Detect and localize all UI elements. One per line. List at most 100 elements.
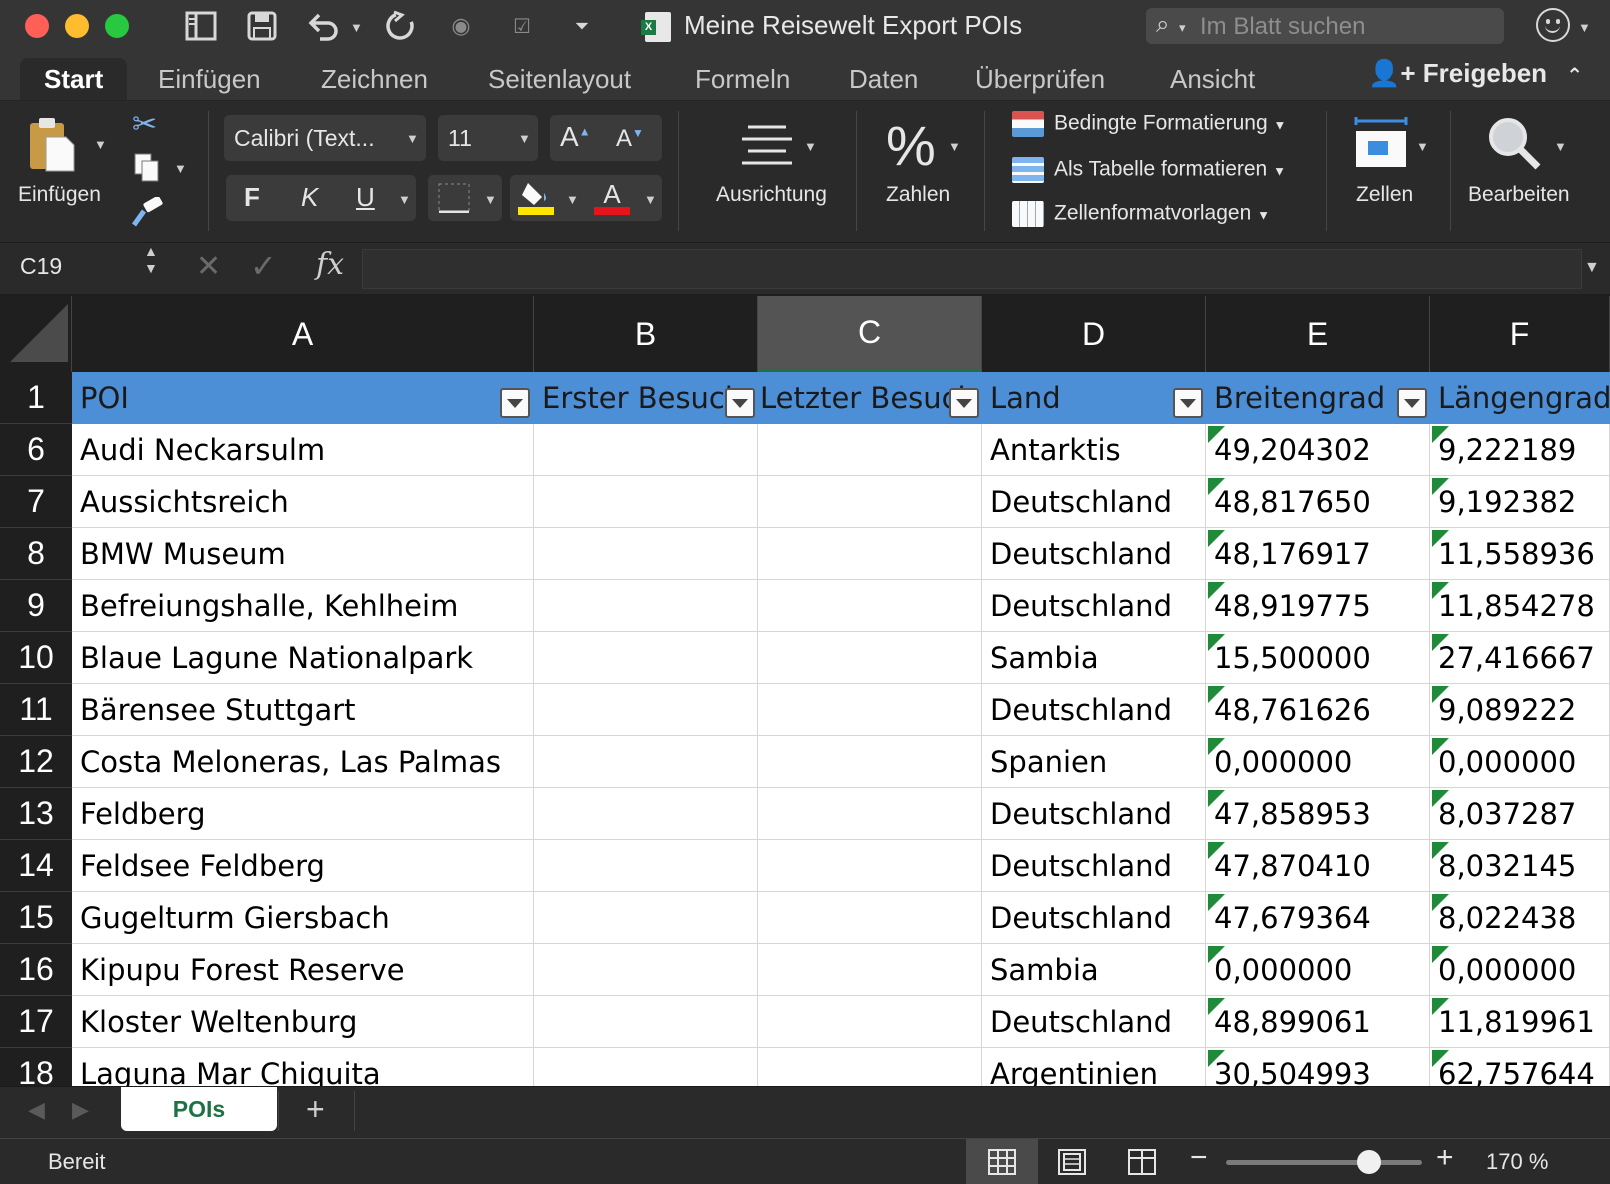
- tab-review[interactable]: Überprüfen: [975, 58, 1105, 100]
- cell-first-visit[interactable]: [534, 788, 758, 840]
- cell-first-visit[interactable]: [534, 424, 758, 476]
- cell-longitude[interactable]: 9,089222: [1430, 684, 1610, 736]
- cell-poi[interactable]: Feldberg: [72, 788, 534, 840]
- checkbox-icon[interactable]: ☑: [507, 8, 537, 44]
- tab-page-layout[interactable]: Seitenlayout: [488, 58, 631, 100]
- record-icon[interactable]: ◉: [446, 8, 476, 44]
- cell-longitude[interactable]: 11,558936: [1430, 528, 1610, 580]
- tab-formulas[interactable]: Formeln: [695, 58, 790, 100]
- zoom-window-button[interactable]: [105, 14, 129, 38]
- normal-view-button[interactable]: [966, 1139, 1038, 1184]
- cell-last-visit[interactable]: [758, 528, 982, 580]
- undo-icon[interactable]: [304, 8, 344, 44]
- underline-dropdown-icon[interactable]: ▼: [398, 192, 411, 207]
- cell-first-visit[interactable]: [534, 736, 758, 788]
- cell-country[interactable]: Deutschland: [982, 892, 1206, 944]
- cell-latitude[interactable]: 48,761626: [1206, 684, 1430, 736]
- row-header[interactable]: 12: [0, 736, 72, 788]
- share-button[interactable]: 👤+ Freigeben ⌃: [1368, 58, 1583, 89]
- cell-poi[interactable]: Gugelturm Giersbach: [72, 892, 534, 944]
- cell-poi[interactable]: Bärensee Stuttgart: [72, 684, 534, 736]
- filter-dropdown-icon[interactable]: [1173, 388, 1203, 418]
- row-header[interactable]: 17: [0, 996, 72, 1048]
- sheet-search-field[interactable]: ⌕ ▾ Im Blatt suchen: [1146, 8, 1504, 44]
- insert-function-icon[interactable]: fx: [316, 247, 344, 282]
- copy-icon[interactable]: [134, 153, 159, 182]
- redo-icon[interactable]: [382, 8, 418, 44]
- highlight-dropdown-icon[interactable]: ▼: [566, 192, 579, 207]
- decrease-font-size-icon[interactable]: A▼: [616, 125, 644, 153]
- cell-last-visit[interactable]: [758, 840, 982, 892]
- confirm-icon[interactable]: ✓: [250, 247, 277, 285]
- filter-dropdown-icon[interactable]: [949, 388, 979, 418]
- cell-country[interactable]: Sambia: [982, 944, 1206, 996]
- zoom-out-button[interactable]: −: [1190, 1141, 1208, 1175]
- tab-view[interactable]: Ansicht: [1170, 58, 1255, 100]
- cell-country[interactable]: Deutschland: [982, 684, 1206, 736]
- cell-latitude[interactable]: 30,504993: [1206, 1048, 1430, 1086]
- editing-dropdown-icon[interactable]: ▼: [1554, 139, 1567, 154]
- cells-label[interactable]: Zellen: [1356, 183, 1413, 207]
- alignment-label[interactable]: Ausrichtung: [716, 183, 827, 207]
- cell-first-visit[interactable]: [534, 840, 758, 892]
- collapse-ribbon-icon[interactable]: ⌃: [1566, 65, 1583, 87]
- row-header[interactable]: 7: [0, 476, 72, 528]
- percent-icon[interactable]: %: [886, 113, 936, 178]
- cell-country[interactable]: Deutschland: [982, 476, 1206, 528]
- underline-button[interactable]: U: [356, 182, 375, 213]
- copy-dropdown-icon[interactable]: ▼: [174, 161, 187, 176]
- previous-sheet-icon[interactable]: ◀: [28, 1097, 45, 1123]
- font-color-icon[interactable]: A: [594, 179, 630, 217]
- add-sheet-button[interactable]: +: [306, 1091, 325, 1128]
- cancel-icon[interactable]: ✕: [196, 249, 221, 284]
- row-header[interactable]: 11: [0, 684, 72, 736]
- tab-start[interactable]: Start: [20, 58, 128, 100]
- cell-first-visit[interactable]: [534, 944, 758, 996]
- filter-dropdown-icon[interactable]: [1397, 388, 1427, 418]
- font-size-combo[interactable]: 11 ▼: [438, 115, 538, 161]
- page-layout-view-button[interactable]: [1036, 1139, 1108, 1184]
- cell-country[interactable]: Deutschland: [982, 788, 1206, 840]
- cell-longitude[interactable]: 62,757644: [1430, 1048, 1610, 1086]
- cell-latitude[interactable]: 48,176917: [1206, 528, 1430, 580]
- format-as-table-button[interactable]: Als Tabelle formatieren ▼: [1012, 157, 1286, 183]
- cell-first-visit[interactable]: [534, 476, 758, 528]
- borders-dropdown-icon[interactable]: ▼: [484, 192, 497, 207]
- cell-first-visit[interactable]: [534, 996, 758, 1048]
- column-header-e[interactable]: E: [1206, 296, 1430, 372]
- save-icon[interactable]: [245, 8, 279, 44]
- number-dropdown-icon[interactable]: ▼: [948, 139, 961, 154]
- font-name-dropdown-icon[interactable]: ▼: [406, 131, 419, 146]
- formula-input[interactable]: [362, 249, 1582, 289]
- zoom-level[interactable]: 170 %: [1486, 1149, 1548, 1175]
- cell-styles-button[interactable]: Zellenformatvorlagen ▼: [1012, 201, 1270, 227]
- cell-last-visit[interactable]: [758, 944, 982, 996]
- cell-poi[interactable]: Kloster Weltenburg: [72, 996, 534, 1048]
- cell-longitude[interactable]: 27,416667: [1430, 632, 1610, 684]
- row-header[interactable]: 8: [0, 528, 72, 580]
- cell-latitude[interactable]: 47,870410: [1206, 840, 1430, 892]
- row-header[interactable]: 1: [0, 372, 72, 424]
- font-color-dropdown-icon[interactable]: ▼: [644, 192, 657, 207]
- cell-longitude[interactable]: 11,854278: [1430, 580, 1610, 632]
- cell-latitude[interactable]: 0,000000: [1206, 736, 1430, 788]
- editing-label[interactable]: Bearbeiten: [1468, 183, 1570, 207]
- format-painter-icon[interactable]: [130, 195, 164, 227]
- cell-longitude[interactable]: 0,000000: [1430, 944, 1610, 996]
- expand-formula-bar-icon[interactable]: ▼: [1584, 259, 1600, 277]
- sheet-tab-pois[interactable]: POIs: [121, 1087, 277, 1131]
- column-header-d[interactable]: D: [982, 296, 1206, 372]
- feedback-smiley-icon[interactable]: [1536, 8, 1570, 42]
- bold-button[interactable]: F: [244, 182, 260, 213]
- cell-country[interactable]: Deutschland: [982, 528, 1206, 580]
- magnifier-icon[interactable]: [1486, 115, 1542, 176]
- header-cell-poi[interactable]: POI: [72, 372, 534, 424]
- tab-draw[interactable]: Zeichnen: [321, 58, 428, 100]
- cell-last-visit[interactable]: [758, 632, 982, 684]
- conditional-formatting-button[interactable]: Bedingte Formatierung ▼: [1012, 111, 1286, 137]
- cell-country[interactable]: Deutschland: [982, 840, 1206, 892]
- cell-country[interactable]: Antarktis: [982, 424, 1206, 476]
- cell-last-visit[interactable]: [758, 996, 982, 1048]
- cell-country[interactable]: Deutschland: [982, 580, 1206, 632]
- zoom-in-button[interactable]: +: [1436, 1141, 1454, 1175]
